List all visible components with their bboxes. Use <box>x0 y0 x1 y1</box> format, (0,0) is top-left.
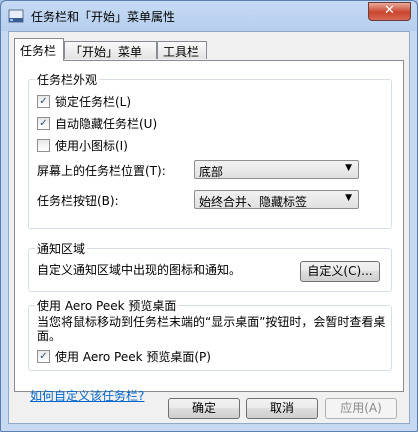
cancel-button[interactable]: 取消 <box>246 398 318 419</box>
close-button[interactable]: ✕ <box>368 2 411 21</box>
taskbar-position-select[interactable]: 底部 ▼ <box>194 160 359 179</box>
window-title: 任务栏和「开始」菜单属性 <box>31 10 176 24</box>
dropdown-arrow-icon: ▼ <box>345 163 352 173</box>
notification-group-title: 通知区域 <box>35 240 88 257</box>
taskbar-tab-panel: 任务栏外观 ✓ 锁定任务栏(L) ✓ 自动隐藏任务栏(U) 使用小图标(I) 屏幕上… <box>14 60 404 403</box>
title-bar[interactable]: 任务栏和「开始」菜单属性 ✕ <box>1 1 417 31</box>
checkbox-label: 使用 Aero Peek 预览桌面(P) <box>55 350 211 364</box>
taskbar-buttons-label: 任务栏按钮(B): <box>37 194 119 208</box>
checkbox-label: 使用小图标(I) <box>55 139 128 153</box>
checkbox-checked-icon: ✓ <box>37 350 50 363</box>
aero-peek-description: 当您将鼠标移动到任务栏末端的“显示桌面”按钮时，会暂时查看桌面。 <box>37 315 386 343</box>
customize-taskbar-help-link[interactable]: 如何自定义该任务栏? <box>30 387 144 404</box>
tab-start-menu[interactable]: 「开始」菜单 <box>64 41 157 59</box>
aero-peek-checkbox[interactable]: ✓ 使用 Aero Peek 预览桌面(P) <box>37 348 211 364</box>
taskbar-position-label: 屏幕上的任务栏位置(T): <box>37 164 166 178</box>
taskbar-buttons-select[interactable]: 始终合并、隐藏标签 ▼ <box>194 190 359 209</box>
select-value: 始终合并、隐藏标签 <box>199 195 308 209</box>
tab-label: 「开始」菜单 <box>70 45 143 59</box>
lock-taskbar-checkbox[interactable]: ✓ 锁定任务栏(L) <box>37 93 131 109</box>
taskbar-app-icon <box>8 9 24 23</box>
notification-description: 自定义通知区域中出现的图标和通知。 <box>37 263 242 277</box>
appearance-group-title: 任务栏外观 <box>35 71 100 88</box>
checkbox-label: 自动隐藏任务栏(U) <box>55 117 158 131</box>
tab-label: 任务栏 <box>20 44 57 58</box>
ok-button[interactable]: 确定 <box>168 398 240 419</box>
apply-button[interactable]: 应用(A) <box>325 398 397 419</box>
customize-notification-button[interactable]: 自定义(C)... <box>300 261 380 282</box>
notification-area-group: 通知区域 自定义通知区域中出现的图标和通知。 自定义(C)... <box>28 240 392 292</box>
aero-peek-group: 使用 Aero Peek 预览桌面 当您将鼠标移动到任务栏末端的“显示桌面”按钮… <box>28 297 392 371</box>
autohide-taskbar-checkbox[interactable]: ✓ 自动隐藏任务栏(U) <box>37 115 157 131</box>
aero-peek-group-title: 使用 Aero Peek 预览桌面 <box>35 297 179 314</box>
tab-taskbar[interactable]: 任务栏 <box>14 38 64 61</box>
select-value: 底部 <box>199 165 224 179</box>
appearance-group: 任务栏外观 ✓ 锁定任务栏(L) ✓ 自动隐藏任务栏(U) 使用小图标(I) 屏幕上… <box>28 71 392 229</box>
tab-label: 工具栏 <box>163 45 200 59</box>
checkbox-label: 锁定任务栏(L) <box>55 95 132 109</box>
checkbox-checked-icon: ✓ <box>37 117 50 130</box>
checkbox-checked-icon: ✓ <box>37 95 50 108</box>
dropdown-arrow-icon: ▼ <box>345 193 352 203</box>
small-icons-checkbox[interactable]: 使用小图标(I) <box>37 137 128 153</box>
close-icon: ✕ <box>384 3 395 18</box>
properties-window: 任务栏和「开始」菜单属性 ✕ 任务栏 「开始」菜单 工具栏 任务栏外观 ✓ 锁定任… <box>0 0 418 432</box>
dialog-client: 任务栏 「开始」菜单 工具栏 任务栏外观 ✓ 锁定任务栏(L) ✓ 自动隐藏任务栏(… <box>8 31 410 424</box>
checkbox-unchecked-icon <box>37 139 50 152</box>
tab-toolbars[interactable]: 工具栏 <box>157 41 207 59</box>
